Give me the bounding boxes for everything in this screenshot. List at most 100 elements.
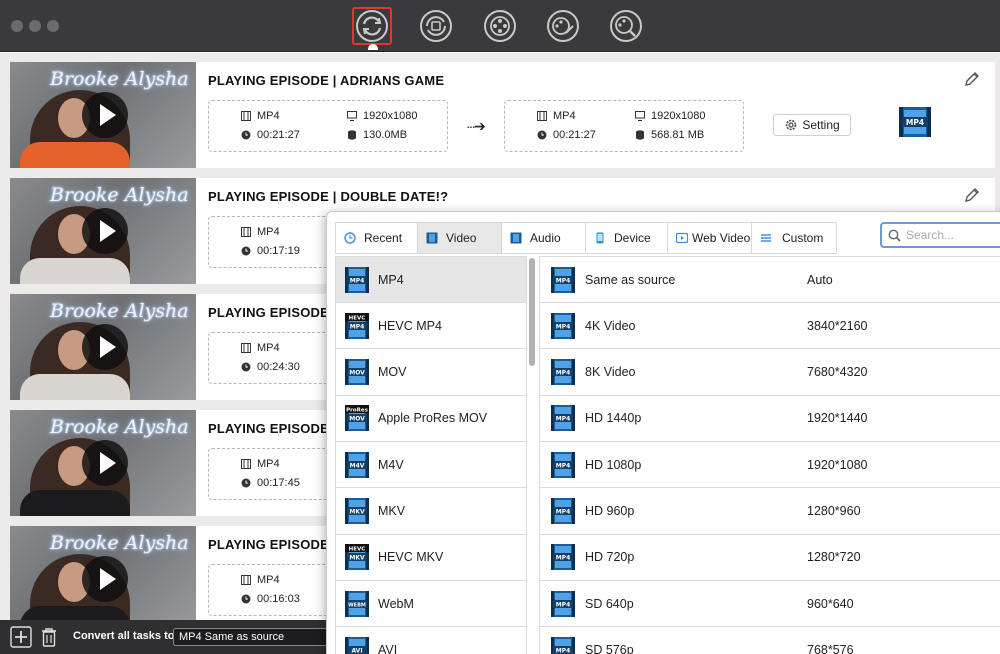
play-icon[interactable] [82, 208, 128, 254]
format-item-mov[interactable]: MOV MOV [336, 350, 526, 396]
format-search-box[interactable] [880, 222, 1000, 248]
format-badge-icon: AVI [345, 636, 369, 654]
format-badge-icon: MP4 [345, 266, 369, 293]
format-item-label: AVI [378, 642, 398, 654]
output-format-badge-icon[interactable]: MP4 [898, 106, 932, 138]
play-icon[interactable] [82, 92, 128, 138]
gif-tool-button[interactable] [606, 7, 646, 45]
preset-resolution: 960*640 [807, 596, 854, 611]
preset-item[interactable]: MP4 HD 1080p 1920*1080 [540, 442, 1000, 489]
preset-resolution: 1280*960 [807, 504, 861, 518]
video-thumbnail[interactable]: Brooke Alysha [10, 178, 196, 284]
format-item-mkv[interactable]: MKV MKV [336, 489, 526, 535]
search-input[interactable] [906, 227, 1000, 243]
format-item-hevc-mp4[interactable]: MP4 HEVC HEVC MP4 [336, 303, 526, 350]
output-format: MP4 [553, 110, 576, 122]
minimize-window-button[interactable] [29, 20, 41, 32]
monitor-icon [635, 111, 645, 121]
edit-tool-button[interactable] [543, 7, 583, 45]
pencil-edit-icon[interactable] [963, 186, 981, 204]
preset-item[interactable]: MP4 SD 640p 960*640 [540, 581, 1000, 628]
source-size: 130.0MB [363, 129, 408, 141]
format-item-label: MKV [378, 504, 406, 518]
tab-device[interactable]: Device [586, 223, 668, 253]
compress-tool-button[interactable] [480, 7, 520, 45]
film-search-icon [610, 10, 642, 42]
convert-tool-button[interactable] [352, 7, 392, 45]
badge-label: MP4 [556, 555, 571, 562]
enhance-tool-button[interactable] [416, 7, 456, 45]
preset-format-icon: MP4 [551, 266, 575, 293]
format-item-webm[interactable]: WEBM WebM [336, 581, 526, 628]
preset-resolution: 1920*1080 [807, 457, 868, 472]
format-badge-icon: MKV HEVC [345, 544, 369, 571]
trash-icon[interactable] [38, 626, 60, 648]
format-item-m4v[interactable]: M4V M4V [336, 442, 526, 489]
preset-name: HD 1080p [585, 457, 642, 472]
zoom-window-button[interactable] [47, 20, 59, 32]
video-thumbnail[interactable]: Brooke Alysha [10, 526, 196, 620]
tab-web-video[interactable]: Web Video [668, 223, 752, 253]
format-item-label: MP4 [378, 272, 404, 287]
clock-icon [241, 362, 251, 372]
rotate-clip-icon [420, 10, 452, 42]
video-thumbnail[interactable]: Brooke Alysha [10, 62, 196, 168]
preset-format-icon: MP4 [551, 498, 575, 524]
preset-item[interactable]: MP4 HD 960p 1280*960 [540, 489, 1000, 535]
task-title: PLAYING EPISODE [208, 421, 329, 436]
preset-name: SD 576p [585, 642, 634, 654]
database-size-icon [348, 130, 356, 140]
video-thumbnail[interactable]: Brooke Alysha [10, 410, 196, 516]
preset-item[interactable]: MP4 HD 720p 1280*720 [540, 535, 1000, 581]
format-item-apple-prores-mov[interactable]: MOV ProRes Apple ProRes MOV [336, 396, 526, 442]
tab-custom[interactable]: Custom [752, 223, 836, 253]
clock-icon [537, 130, 547, 140]
format-list-scrollbar[interactable] [529, 258, 535, 366]
phone-device-icon [596, 232, 604, 244]
badge-label: MOV [349, 370, 365, 377]
preset-format-icon: MP4 [551, 590, 575, 617]
format-item-hevc-mkv[interactable]: MKV HEVC HEVC MKV [336, 535, 526, 581]
add-file-icon[interactable] [10, 626, 32, 648]
pencil-edit-icon[interactable] [963, 70, 981, 88]
preset-resolution: Auto [807, 272, 833, 287]
setting-button[interactable]: Setting [773, 114, 851, 136]
preset-list: MP4 Same as source Auto MP4 4K Video 3840*216… [539, 256, 1000, 654]
convert-all-format-select[interactable]: MP4 Same as source [173, 628, 333, 646]
format-item-mp4[interactable]: MP4 MP4 [336, 257, 526, 303]
task-title: PLAYING EPISODE | DOUBLE DATE!? [208, 189, 449, 204]
play-icon[interactable] [82, 440, 128, 486]
format-badge-icon: MOV [345, 359, 369, 386]
format-badge-icon: M4V [345, 451, 369, 478]
task-title: PLAYING EPISODE | ADRIANS GAME [208, 73, 445, 88]
output-size: 568.81 MB [651, 129, 705, 141]
preset-name: Same as source [585, 272, 676, 287]
preset-item[interactable]: MP4 SD 576p 768*576 [540, 627, 1000, 654]
preset-item[interactable]: MP4 8K Video 7680*4320 [540, 350, 1000, 396]
monitor-icon [347, 111, 357, 121]
badge-top-label: HEVC [349, 315, 366, 321]
active-tool-indicator [368, 44, 378, 50]
film-format-icon [241, 227, 251, 237]
preset-item[interactable]: MP4 HD 1440p 1920*1440 [540, 396, 1000, 442]
preset-format-icon: MP4 [551, 544, 575, 571]
film-format-icon [241, 343, 251, 353]
close-window-button[interactable] [11, 20, 23, 32]
tab-audio[interactable]: Audio [502, 223, 586, 253]
badge-label: AVI [351, 647, 362, 654]
video-thumbnail[interactable]: Brooke Alysha [10, 294, 196, 400]
format-item-label: MOV [378, 365, 407, 380]
task-title: PLAYING EPISODE [208, 537, 329, 552]
preset-resolution: 1280*720 [807, 550, 861, 565]
preset-item[interactable]: MP4 4K Video 3840*2160 [540, 303, 1000, 350]
play-icon[interactable] [82, 556, 128, 602]
search-icon [888, 229, 901, 242]
play-icon[interactable] [82, 324, 128, 370]
format-item-avi[interactable]: AVI AVI [336, 627, 526, 654]
preset-item[interactable]: MP4 Same as source Auto [540, 257, 1000, 303]
tab-recent[interactable]: Recent [336, 223, 418, 253]
tab-video[interactable]: Video [418, 223, 502, 253]
format-item-label: HEVC MKV [378, 550, 444, 565]
format-badge-icon: MP4 HEVC [345, 312, 369, 339]
badge-label: M4V [350, 462, 365, 469]
